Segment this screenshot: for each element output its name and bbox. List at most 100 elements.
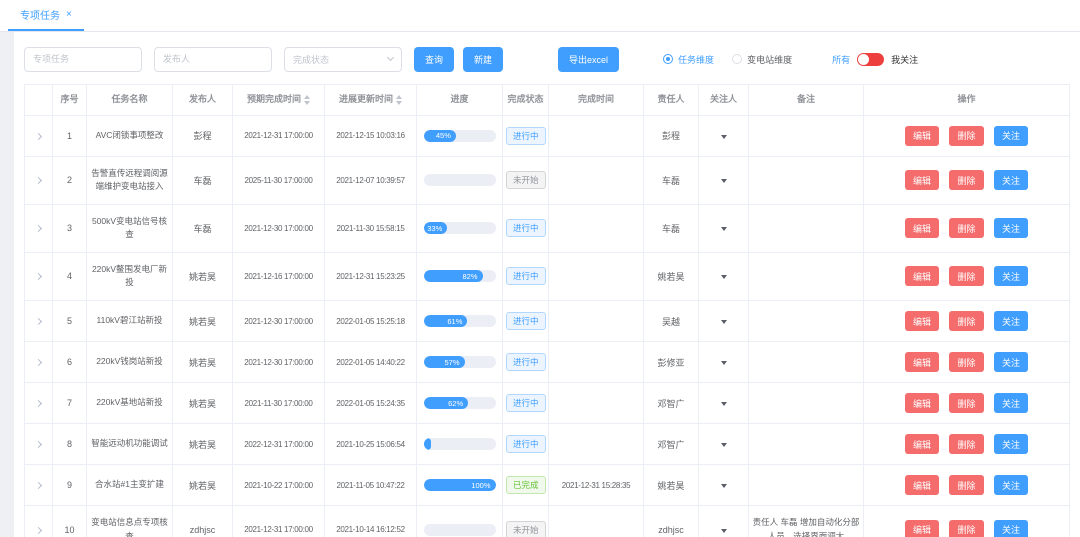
follower-dropdown-icon[interactable]	[721, 529, 727, 533]
sort-icon[interactable]	[396, 95, 402, 105]
progress-label: 57%	[445, 358, 465, 367]
all-label: 所有	[832, 53, 850, 66]
table-row: 5 110kV碧江站新投 姚若昊 2021-12-30 17:00:00 202…	[25, 301, 1070, 342]
tab-close-icon[interactable]: ×	[66, 10, 72, 20]
edit-button[interactable]: 编辑	[905, 218, 939, 238]
edit-button[interactable]: 编辑	[905, 434, 939, 454]
cell-owner: 姚若昊	[644, 465, 699, 506]
follower-dropdown-icon[interactable]	[721, 443, 727, 447]
status-badge: 进行中	[506, 435, 546, 453]
edit-button[interactable]: 编辑	[905, 520, 939, 537]
task-name-input[interactable]	[24, 47, 142, 72]
follow-button[interactable]: 关注	[994, 393, 1028, 413]
cell-task-name: 220kV钱岗站新投	[87, 342, 173, 383]
follow-button[interactable]: 关注	[994, 475, 1028, 495]
cell-status: 未开始	[503, 156, 549, 204]
status-badge: 进行中	[506, 353, 546, 371]
cell-updated-time: 2021-12-15 10:03:16	[325, 115, 417, 156]
cell-expand	[25, 204, 53, 252]
cell-updated-time: 2021-10-25 15:06:54	[325, 424, 417, 465]
follower-dropdown-icon[interactable]	[721, 402, 727, 406]
cell-owner: 姚若昊	[644, 252, 699, 300]
delete-button[interactable]: 删除	[949, 520, 983, 537]
cell-expected-time: 2025-11-30 17:00:00	[233, 156, 325, 204]
follower-dropdown-icon[interactable]	[721, 227, 727, 231]
delete-button[interactable]: 删除	[949, 126, 983, 146]
follow-toggle[interactable]	[857, 53, 884, 66]
status-select[interactable]: 完成状态	[284, 47, 402, 72]
export-excel-button[interactable]: 导出excel	[558, 47, 619, 72]
query-button[interactable]: 查询	[414, 47, 454, 72]
follower-dropdown-icon[interactable]	[721, 361, 727, 365]
follow-button[interactable]: 关注	[994, 126, 1028, 146]
status-badge: 进行中	[506, 312, 546, 330]
follow-button[interactable]: 关注	[994, 520, 1028, 537]
expand-row-icon[interactable]	[35, 177, 42, 184]
new-button[interactable]: 新建	[463, 47, 503, 72]
cell-expected-time: 2021-12-30 17:00:00	[233, 204, 325, 252]
cell-publisher: 彭程	[173, 115, 233, 156]
tab-special-task[interactable]: 专项任务 ×	[8, 1, 84, 31]
expand-row-icon[interactable]	[35, 359, 42, 366]
tab-label: 专项任务	[20, 7, 60, 22]
follow-button[interactable]: 关注	[994, 434, 1028, 454]
edit-button[interactable]: 编辑	[905, 311, 939, 331]
follow-button[interactable]: 关注	[994, 170, 1028, 190]
cell-task-name: AVC闭锁事项整改	[87, 115, 173, 156]
cell-progress: 33%	[417, 204, 503, 252]
follower-dropdown-icon[interactable]	[721, 275, 727, 279]
follower-dropdown-icon[interactable]	[721, 179, 727, 183]
follower-dropdown-icon[interactable]	[721, 135, 727, 139]
delete-button[interactable]: 删除	[949, 170, 983, 190]
follow-button[interactable]: 关注	[994, 218, 1028, 238]
follow-button[interactable]: 关注	[994, 311, 1028, 331]
publisher-input[interactable]	[154, 47, 272, 72]
delete-button[interactable]: 删除	[949, 475, 983, 495]
cell-expected-time: 2021-12-30 17:00:00	[233, 301, 325, 342]
cell-remark	[749, 342, 864, 383]
cell-follower	[699, 204, 749, 252]
delete-button[interactable]: 删除	[949, 352, 983, 372]
delete-button[interactable]: 删除	[949, 266, 983, 286]
follow-button[interactable]: 关注	[994, 352, 1028, 372]
follower-dropdown-icon[interactable]	[721, 484, 727, 488]
delete-button[interactable]: 删除	[949, 393, 983, 413]
expand-row-icon[interactable]	[35, 132, 42, 139]
progress-bar: 57%	[424, 356, 496, 368]
cell-owner: 车磊	[644, 156, 699, 204]
cell-finished-time	[549, 301, 644, 342]
expand-row-icon[interactable]	[35, 527, 42, 534]
expand-row-icon[interactable]	[35, 441, 42, 448]
cell-owner: 彭修亚	[644, 342, 699, 383]
radio-substation-dimension[interactable]: 变电站维度	[732, 53, 792, 66]
cell-actions: 编辑 删除 关注	[864, 465, 1070, 506]
edit-button[interactable]: 编辑	[905, 475, 939, 495]
table-row: 10 变电站信息点专项核查 zdhjsc 2021-12-31 17:00:00…	[25, 506, 1070, 537]
delete-button[interactable]: 删除	[949, 218, 983, 238]
edit-button[interactable]: 编辑	[905, 352, 939, 372]
edit-button[interactable]: 编辑	[905, 393, 939, 413]
header-expected-time[interactable]: 预期完成时间	[233, 85, 325, 116]
expand-row-icon[interactable]	[35, 225, 42, 232]
header-updated-time[interactable]: 进展更新时间	[325, 85, 417, 116]
follow-button[interactable]: 关注	[994, 266, 1028, 286]
expand-row-icon[interactable]	[35, 482, 42, 489]
delete-button[interactable]: 删除	[949, 434, 983, 454]
cell-progress: 61%	[417, 301, 503, 342]
expand-row-icon[interactable]	[35, 400, 42, 407]
edit-button[interactable]: 编辑	[905, 170, 939, 190]
progress-fill: 57%	[424, 356, 465, 368]
expand-row-icon[interactable]	[35, 273, 42, 280]
edit-button[interactable]: 编辑	[905, 126, 939, 146]
cell-no: 7	[53, 383, 87, 424]
edit-button[interactable]: 编辑	[905, 266, 939, 286]
delete-button[interactable]: 删除	[949, 311, 983, 331]
follower-dropdown-icon[interactable]	[721, 320, 727, 324]
expand-row-icon[interactable]	[35, 318, 42, 325]
table-header-row: 序号 任务名称 发布人 预期完成时间 进展更新时间 进度 完成状态 完成时间 责…	[25, 85, 1070, 116]
radio-task-dimension[interactable]: 任务维度	[663, 53, 714, 66]
cell-status: 未开始	[503, 506, 549, 537]
header-progress: 进度	[417, 85, 503, 116]
sort-icon[interactable]	[304, 95, 310, 105]
progress-label: 33%	[427, 224, 447, 233]
